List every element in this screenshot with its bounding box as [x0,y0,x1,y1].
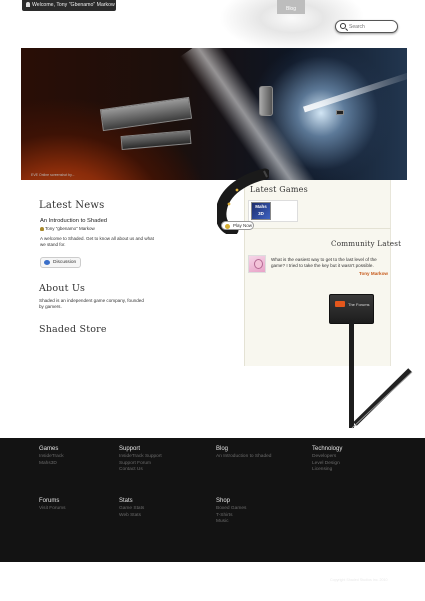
community-post-author[interactable]: Tony Markow [340,271,388,276]
latest-news-heading: Latest News [39,200,105,211]
author-icon [40,227,44,231]
play-now-button[interactable]: Play Now [221,221,254,230]
hero-light-streak [303,69,407,113]
welcome-text: Welcome, Tony "Gbenamo" Markow [32,2,115,8]
footer-column-shop: Shop Boxed Games T-Shirts Music [216,498,246,526]
copyright-text: Copyright Shaded Studios Inc. 2010 [330,578,388,582]
about-us-text: Shaded is an independent game company, f… [39,298,144,309]
footer: Games InsideTrack Mahs3D Support InsideT… [0,438,425,562]
welcome-bar[interactable]: Welcome, Tony "Gbenamo" Markow [22,0,116,11]
hero-caption: EVE Online screenshot by... [31,173,75,177]
hero-spaceship [120,129,192,151]
hero-spaceship [259,86,273,116]
post-excerpt: A welcome to Shaded. Get to know all abo… [40,236,154,247]
post-author-name[interactable]: Tony "gbenamo" Markow [45,226,95,231]
footer-heading: Support [119,446,141,452]
footer-heading: Shop [216,498,231,504]
footer-link[interactable]: Web Stats [119,513,144,520]
post-title-link[interactable]: An Introduction to Shaded [40,218,107,224]
footer-link[interactable]: Music [216,519,246,526]
footer-heading: Blog [216,446,229,452]
discussion-button-label: Discussion [53,260,77,265]
shaded-store-heading[interactable]: Shaded Store [39,324,107,335]
play-icon [225,223,230,229]
footer-column-support: Support InsideTrack Support Support Foru… [119,446,162,474]
footer-column-blog: Blog An Introduction to Shaded [216,446,271,461]
footer-column-stats: Stats Game Stats Web Stats [119,498,144,519]
hero-spaceship [99,96,193,132]
signpost-label: The Forums [348,302,370,307]
play-now-label: Play Now [233,223,253,228]
footer-heading: Forums [39,498,60,504]
footer-link[interactable]: InsideTrack [39,454,64,461]
community-latest-heading: Community Latest [331,239,402,248]
footer-heading: Games [39,446,59,452]
footer-column-technology: Technology Developers Level Design Licen… [312,446,342,474]
signpost-tag-icon [335,301,345,307]
footer-link[interactable]: Visit Forums [39,506,66,513]
hero-banner[interactable]: EVE Online screenshot by... [21,48,407,180]
discussion-button[interactable]: Discussion [40,257,81,268]
hero-spaceship [336,110,344,115]
post-author: Tony "gbenamo" Markow [40,226,95,231]
footer-heading: Stats [119,498,133,504]
footer-column-forums: Forums Visit Forums [39,498,66,513]
search-input[interactable] [349,22,395,31]
search-box[interactable] [335,20,398,33]
avatar[interactable] [248,255,266,273]
footer-link[interactable]: Boxed Games [216,506,246,513]
footer-link[interactable]: An Introduction to Shaded [216,454,271,461]
footer-link[interactable]: Contact Us [119,467,162,474]
user-icon [26,2,30,7]
about-us-heading: About Us [39,283,86,294]
nav-item-blog[interactable]: Blog [277,0,305,14]
footer-link[interactable]: Game Stats [119,506,144,513]
hero-light-beam [180,48,322,180]
search-icon[interactable] [340,23,346,29]
footer-link[interactable]: Licensing [312,467,342,474]
footer-link[interactable]: InsideTrack Support [119,454,162,461]
speech-bubble-icon [44,260,50,265]
community-post-text[interactable]: What is the easiest way to get to the la… [271,257,385,269]
footer-column-games: Games InsideTrack Mahs3D [39,446,64,467]
signpost-pole [349,320,413,429]
footer-link[interactable]: Mahs3D [39,461,64,468]
footer-heading: Technology [312,446,343,452]
